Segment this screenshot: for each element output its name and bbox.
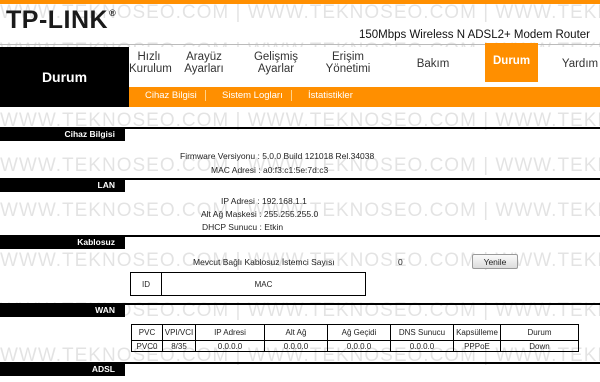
firmware-row: Firmware Versiyonu : 5.0.0 Build 121018 … — [180, 151, 374, 161]
column-header-dns: DNS Sunucu — [390, 324, 454, 341]
table-header-row: ID MAC — [130, 272, 366, 296]
table-row: PVC0 8/35 0.0.0.0 0.0.0.0 0.0.0.0 0.0.0.… — [131, 340, 579, 352]
wireless-clients-count: 0 — [398, 257, 403, 267]
cell-subnet: 0.0.0.0 — [264, 340, 328, 352]
column-header-mac: MAC — [161, 272, 366, 296]
brand-logo: TP-LINK® — [6, 6, 117, 34]
top-accent-bar — [0, 0, 600, 4]
firmware-value: 5.0.0 Build 121018 Rel.34038 — [262, 151, 375, 161]
column-header-status: Durum — [500, 324, 579, 341]
section-line — [125, 127, 600, 129]
section-wireless: Kablosuz — [0, 235, 125, 249]
cell-pvc: PVC0 — [131, 340, 163, 352]
nav-interface-setup[interactable]: Arayüz Ayarları — [179, 51, 229, 75]
page-title: Durum — [0, 47, 129, 107]
cell-ip-address: 0.0.0.0 — [195, 340, 265, 352]
lan-ip-label: IP Adresi : — [221, 196, 260, 206]
column-header-pvc: PVC — [131, 324, 163, 341]
lan-ip-row: IP Adresi : 192.168.1.1 — [221, 196, 307, 206]
refresh-button[interactable]: Yenile — [472, 254, 518, 269]
lan-dhcp-row: DHCP Sunucu : Etkin — [202, 222, 283, 232]
section-adsl: ADSL — [0, 362, 125, 376]
nav-quick-setup[interactable]: Hızlı Kurulum — [129, 51, 172, 75]
column-header-encapsulation: Kapsülleme — [453, 324, 501, 341]
mac-row: MAC Adresi : a0:f3:c1:5e:7d:c3 — [211, 165, 328, 175]
column-header-subnet: Alt Ağ — [264, 324, 328, 341]
section-wan: WAN — [0, 303, 125, 317]
cell-encapsulation: PPPoE — [453, 340, 501, 352]
main-nav: Hızlı Kurulum Arayüz Ayarları Gelişmiş Ayar… — [129, 43, 600, 87]
table-header-row: PVC VPI/VCI IP Adresi Alt Ağ Ağ Geçidi D… — [131, 324, 579, 341]
lan-dhcp-value: Etkin — [264, 222, 284, 232]
section-line — [125, 235, 600, 237]
section-lan: LAN — [0, 178, 125, 192]
subnav-statistics[interactable]: İstatistikler — [308, 90, 361, 101]
section-line — [125, 303, 600, 305]
wan-table: PVC VPI/VCI IP Adresi Alt Ağ Ağ Geçidi D… — [131, 324, 579, 352]
cell-vpi-vci: 8/35 — [162, 340, 196, 352]
nav-maintenance[interactable]: Bakım — [413, 58, 453, 70]
nav-help[interactable]: Yardım — [555, 58, 600, 70]
column-header-id: ID — [130, 272, 162, 296]
subnav-system-logs[interactable]: Sistem Logları — [222, 90, 292, 101]
firmware-label: Firmware Versiyonu : — [180, 151, 260, 161]
cell-dns: 0.0.0.0 — [390, 340, 454, 352]
column-header-gateway: Ağ Geçidi — [327, 324, 391, 341]
lan-mask-value: 255.255.255.0 — [263, 209, 319, 219]
mac-value: a0:f3:c1:5e:7d:c3 — [262, 165, 329, 175]
section-device-info: Cihaz Bilgisi — [0, 127, 125, 141]
model-name: 150Mbps Wireless N ADSL2+ Modem Router — [358, 29, 590, 41]
nav-access-management[interactable]: Erişim Yönetimi — [319, 51, 377, 75]
cell-status: Down — [500, 340, 579, 352]
lan-ip-value: 192.168.1.1 — [261, 196, 307, 206]
wireless-clients-table: ID MAC — [130, 272, 366, 296]
cell-gateway: 0.0.0.0 — [327, 340, 391, 352]
lan-dhcp-label: DHCP Sunucu : — [202, 222, 262, 232]
lan-mask-row: Alt Ağ Maskesi : 255.255.255.0 — [201, 209, 318, 219]
wireless-clients-label: Mevcut Bağlı Kablosuz İstemci Sayısı — [193, 257, 335, 267]
column-header-vpi-vci: VPI/VCI — [162, 324, 196, 341]
section-line — [125, 178, 600, 180]
mac-label: MAC Adresi : — [211, 165, 261, 175]
lan-mask-label: Alt Ağ Maskesi : — [201, 209, 262, 219]
section-line — [125, 362, 600, 364]
nav-advanced-setup[interactable]: Gelişmiş Ayarlar — [247, 51, 305, 75]
column-header-ip-address: IP Adresi — [195, 324, 265, 341]
subnav-device-info[interactable]: Cihaz Bilgisi — [145, 90, 206, 101]
nav-status[interactable]: Durum — [485, 43, 539, 82]
